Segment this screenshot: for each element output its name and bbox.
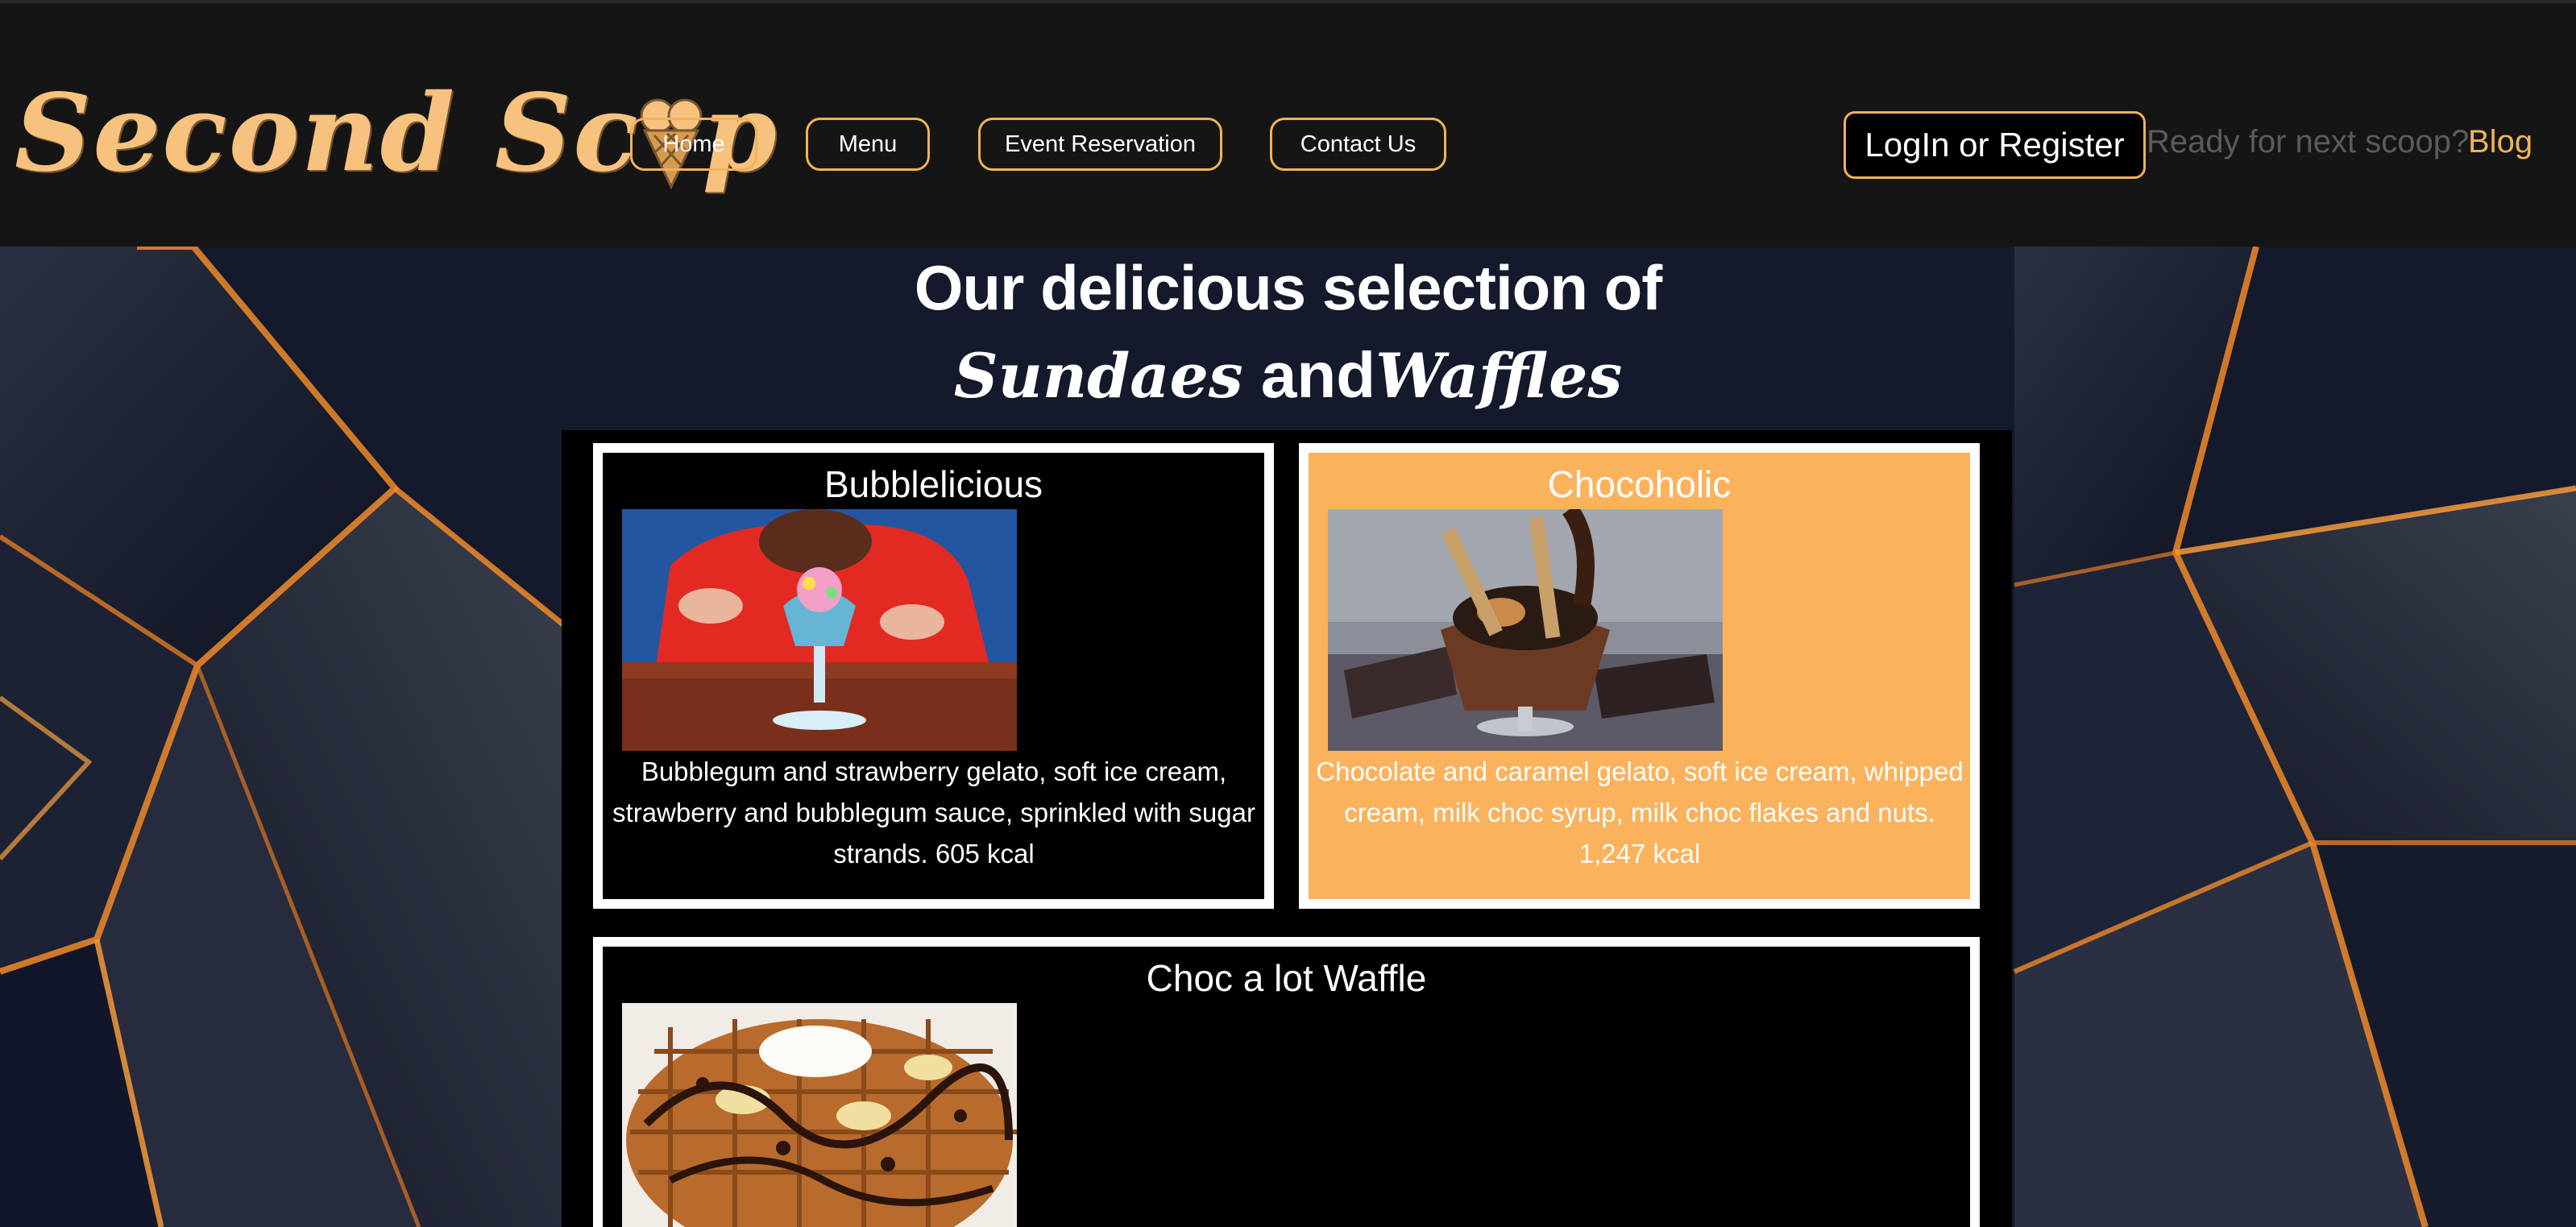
- chocoholic-sundae-image: [1328, 509, 1723, 751]
- hero-subheading: Sundaes andWaffles: [0, 338, 2576, 412]
- nav-menu-button[interactable]: Menu: [806, 118, 930, 171]
- card-title: Choc a lot Waffle: [1146, 957, 1427, 999]
- bubblelicious-sundae-image: [622, 509, 1017, 751]
- choc-a-lot-waffle-image: [622, 1003, 1017, 1227]
- hero-heading: Our delicious selection of: [914, 252, 1663, 323]
- card-title: Chocoholic: [1547, 463, 1732, 505]
- blog-link[interactable]: Blog: [2468, 124, 2532, 166]
- logo-text-start: Second Sc: [15, 71, 640, 196]
- hero-word-waffles: Waffles: [1375, 340, 1623, 412]
- tagline-text: Ready for next scoop?: [2147, 124, 2470, 160]
- nav-contact-us-button[interactable]: Contact Us: [1270, 118, 1446, 171]
- card-description-bubblelicious: Bubblegum and strawberry gelato, soft ic…: [612, 757, 1255, 868]
- site-header: Second Sc p Home Menu Event Reservation …: [0, 0, 2576, 247]
- menu-card-choc-a-lot-waffle[interactable]: Choc a lot Waffle: [593, 937, 1980, 1227]
- nav-event-reservation-button[interactable]: Event Reservation: [978, 118, 1222, 171]
- logo[interactable]: Second Sc p: [15, 71, 777, 216]
- hero-word-and: and: [1242, 339, 1376, 411]
- card-title: Bubblelicious: [823, 463, 1043, 505]
- card-description-chocoholic: Chocolate and caramel gelato, soft ice c…: [1316, 757, 1964, 868]
- hero-word-sundaes: Sundaes: [953, 340, 1243, 412]
- login-register-button[interactable]: LogIn or Register: [1844, 111, 2146, 179]
- nav-home-button[interactable]: Home: [630, 118, 757, 171]
